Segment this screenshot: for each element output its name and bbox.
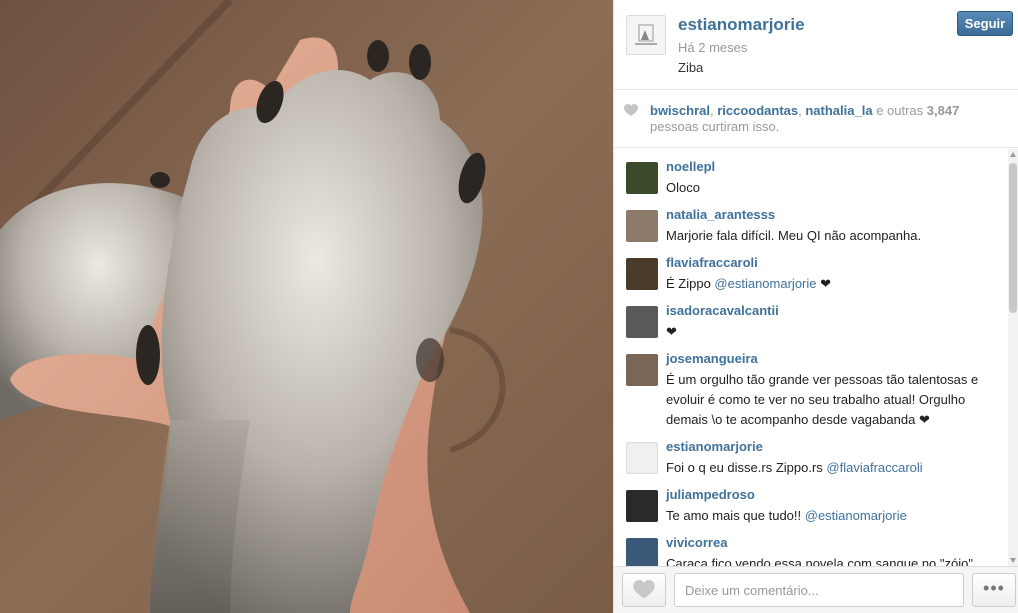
comment-username[interactable]: vivicorrea bbox=[666, 535, 727, 550]
scroll-down-arrow-icon[interactable] bbox=[1010, 558, 1016, 563]
comment-body: ❤ bbox=[816, 276, 832, 291]
follow-button[interactable]: Seguir bbox=[957, 11, 1013, 36]
like-button[interactable] bbox=[622, 573, 666, 607]
liker-link[interactable]: riccoodantas bbox=[717, 103, 798, 118]
post-photo[interactable] bbox=[0, 0, 613, 613]
comment-body: Te amo mais que tudo!! bbox=[666, 508, 805, 523]
comment-text: Oloco bbox=[666, 178, 1006, 198]
avatar[interactable] bbox=[626, 15, 666, 55]
scroll-up-arrow-icon[interactable] bbox=[1010, 152, 1016, 157]
comment-body: Oloco bbox=[666, 180, 700, 195]
comment-text: Marjorie fala difícil. Meu QI não acompa… bbox=[666, 226, 1006, 246]
comments-scrollbar[interactable] bbox=[1008, 149, 1018, 566]
liker-link[interactable]: nathalia_la bbox=[805, 103, 872, 118]
dog-paws-photo bbox=[0, 0, 613, 613]
post-username[interactable]: estianomarjorie bbox=[678, 15, 805, 35]
more-options-button[interactable]: ••• bbox=[972, 573, 1016, 607]
likes-summary: bwischral, riccoodantas, nathalia_la e o… bbox=[614, 91, 1018, 148]
comment-username[interactable]: josemangueira bbox=[666, 351, 758, 366]
comment-username[interactable]: juliampedroso bbox=[666, 487, 755, 502]
mention-link[interactable]: @estianomarjorie bbox=[714, 276, 816, 291]
likes-suffix: pessoas curtiram isso. bbox=[650, 119, 780, 134]
heart-icon bbox=[624, 104, 638, 116]
user-avatar-icon bbox=[635, 24, 657, 45]
comment-body: É Zippo bbox=[666, 276, 715, 291]
comment-username[interactable]: estianomarjorie bbox=[666, 439, 763, 454]
heart-icon bbox=[633, 580, 655, 599]
avatar[interactable] bbox=[626, 306, 658, 338]
comment-footer: ••• bbox=[614, 566, 1018, 613]
avatar[interactable] bbox=[626, 210, 658, 242]
comment-username[interactable]: noellepl bbox=[666, 159, 715, 174]
comment-username[interactable]: isadoracavalcantii bbox=[666, 303, 779, 318]
comment-body: Marjorie fala difícil. Meu QI não acompa… bbox=[666, 228, 922, 243]
likes-connector: e outras bbox=[876, 103, 924, 118]
comment-username[interactable]: natalia_arantesss bbox=[666, 207, 775, 222]
mention-link[interactable]: @estianomarjorie bbox=[805, 508, 907, 523]
comment-body: ❤ bbox=[666, 324, 677, 339]
avatar[interactable] bbox=[626, 490, 658, 522]
avatar[interactable] bbox=[626, 538, 658, 566]
comment-text: É Zippo @estianomarjorie ❤ bbox=[666, 274, 1006, 294]
post-caption: Ziba bbox=[678, 60, 704, 75]
post-header: estianomarjorie Há 2 meses Ziba Seguir bbox=[614, 0, 1018, 90]
comment-text: Te amo mais que tudo!! @estianomarjorie bbox=[666, 506, 1006, 526]
avatar[interactable] bbox=[626, 354, 658, 386]
comment-list: noellepl Oloco natalia_arantesss Marjori… bbox=[614, 149, 1018, 566]
avatar[interactable] bbox=[626, 258, 658, 290]
comment-body: Foi o q eu disse.rs Zippo.rs bbox=[666, 460, 827, 475]
comment-username[interactable]: flaviafraccaroli bbox=[666, 255, 758, 270]
avatar[interactable] bbox=[626, 162, 658, 194]
comment-text: ❤ bbox=[666, 322, 1006, 342]
comment-text: É um orgulho tão grande ver pessoas tão … bbox=[666, 370, 1006, 430]
comment-input[interactable] bbox=[674, 573, 964, 607]
comment-text: Caraca fico vendo essa novela com sangue… bbox=[666, 554, 1006, 566]
avatar[interactable] bbox=[626, 442, 658, 474]
comment-body: Caraca fico vendo essa novela com sangue… bbox=[666, 556, 973, 566]
comment-text: Foi o q eu disse.rs Zippo.rs @flaviafrac… bbox=[666, 458, 1006, 478]
post-time: Há 2 meses bbox=[678, 40, 748, 55]
likes-text: bwischral, riccoodantas, nathalia_la e o… bbox=[650, 103, 960, 134]
mention-link[interactable]: @flaviafraccaroli bbox=[826, 460, 922, 475]
likes-count: 3,847 bbox=[926, 103, 960, 118]
post-sidebar: estianomarjorie Há 2 meses Ziba Seguir b… bbox=[613, 0, 1018, 613]
scroll-thumb[interactable] bbox=[1009, 163, 1017, 313]
comment-body: É um orgulho tão grande ver pessoas tão … bbox=[666, 372, 979, 427]
liker-link[interactable]: bwischral bbox=[650, 103, 710, 118]
